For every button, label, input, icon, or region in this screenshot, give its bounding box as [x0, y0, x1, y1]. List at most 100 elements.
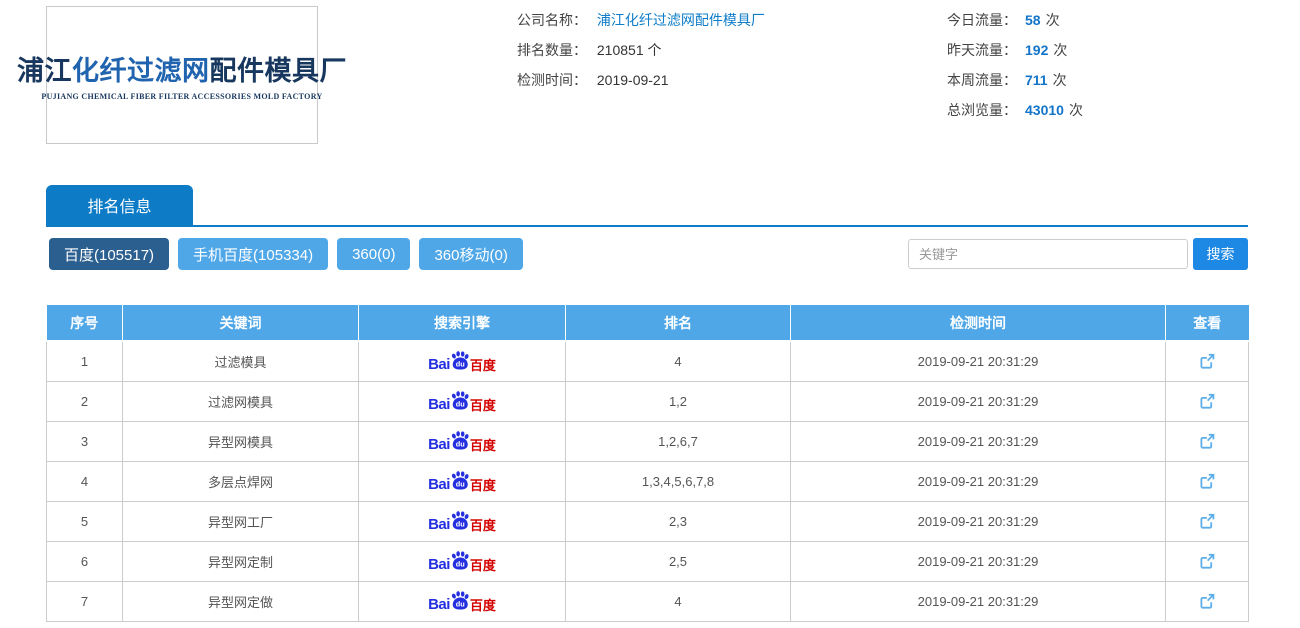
cell-index: 5 — [47, 501, 123, 541]
table-row: 1 过滤模具 Baidu百度 4 2019-09-21 20:31:29 — [47, 341, 1249, 381]
company-info-panel: 公司名称： 浦江化纤过滤网配件模具厂 排名数量： 210851 个 检测时间： … — [517, 5, 765, 95]
cell-engine: Baidu百度 — [359, 501, 566, 541]
baidu-logo-bai-text: Bai — [428, 357, 450, 372]
cell-keyword: 过滤模具 — [123, 341, 359, 381]
baidu-logo-du-text: du — [456, 600, 465, 609]
baidu-paw-icon: du — [449, 390, 471, 412]
company-logo: 浦江化纤过滤网配件模具厂 PUJIANG CHEMICAL FIBER FILT… — [46, 6, 318, 144]
cell-rank: 2,3 — [566, 501, 791, 541]
table-row: 4 多层点焊网 Baidu百度 1,3,4,5,6,7,8 2019-09-21… — [47, 461, 1249, 501]
table-header-row: 序号 关键词 搜索引擎 排名 检测时间 查看 — [47, 305, 1249, 341]
cell-time: 2019-09-21 20:31:29 — [791, 381, 1166, 421]
cell-rank: 1,3,4,5,6,7,8 — [566, 461, 791, 501]
cell-time: 2019-09-21 20:31:29 — [791, 341, 1166, 381]
cell-rank: 2,5 — [566, 541, 791, 581]
baidu-logo: Baidu百度 — [428, 590, 496, 612]
view-external-link-icon[interactable] — [1198, 392, 1216, 410]
column-header-view: 查看 — [1166, 305, 1249, 341]
cell-view — [1166, 581, 1249, 621]
baidu-logo: Baidu百度 — [428, 470, 496, 492]
baidu-paw-icon: du — [449, 510, 471, 532]
rank-count-row: 排名数量： 210851 个 — [517, 35, 765, 65]
view-external-link-icon[interactable] — [1198, 512, 1216, 530]
cell-rank: 4 — [566, 341, 791, 381]
cell-index: 4 — [47, 461, 123, 501]
logo-name-suffix: 配件模具厂 — [210, 56, 348, 86]
column-header-keyword: 关键词 — [123, 305, 359, 341]
search-button[interactable]: 搜索 — [1193, 238, 1248, 270]
engine-filter-mobile-baidu-button[interactable]: 手机百度(105334) — [178, 238, 328, 270]
baidu-logo: Baidu百度 — [428, 350, 496, 372]
baidu-logo-bai-text: Bai — [428, 437, 450, 452]
baidu-logo-cn-text: 百度 — [470, 519, 496, 532]
engine-filter-360-mobile-button[interactable]: 360移动(0) — [419, 238, 522, 270]
engine-filter-360-button[interactable]: 360(0) — [337, 238, 410, 270]
stat-week-value: 711 — [1025, 72, 1048, 88]
engine-filter-baidu-button[interactable]: 百度(105517) — [49, 238, 169, 270]
baidu-paw-icon: du — [449, 470, 471, 492]
stat-today-value: 58 — [1025, 12, 1041, 28]
company-name-label: 公司名称： — [517, 12, 587, 28]
stat-total-unit: 次 — [1069, 102, 1083, 118]
view-external-link-icon[interactable] — [1198, 432, 1216, 450]
company-logo-subtitle: PUJIANG CHEMICAL FIBER FILTER ACCESSORIE… — [41, 92, 322, 101]
cell-engine: Baidu 百度 — [359, 421, 566, 461]
cell-rank: 1,2 — [566, 381, 791, 421]
column-header-engine: 搜索引擎 — [359, 305, 566, 341]
company-name-row: 公司名称： 浦江化纤过滤网配件模具厂 — [517, 5, 765, 35]
tab-ranking-info[interactable]: 排名信息 — [46, 185, 193, 225]
baidu-logo: Baidu百度 — [428, 510, 496, 532]
rank-count-value: 210851 个 — [597, 42, 662, 58]
cell-index: 1 — [47, 341, 123, 381]
cell-view — [1166, 461, 1249, 501]
cell-keyword: 异型网模具 — [123, 421, 359, 461]
baidu-paw-icon: du — [449, 590, 471, 612]
cell-view — [1166, 381, 1249, 421]
baidu-logo-du-text: du — [456, 360, 465, 369]
stat-today-unit: 次 — [1046, 12, 1060, 28]
company-name-link[interactable]: 浦江化纤过滤网配件模具厂 — [597, 12, 765, 28]
stat-total-value: 43010 — [1025, 102, 1064, 118]
view-external-link-icon[interactable] — [1198, 552, 1216, 570]
baidu-paw-icon: du — [449, 430, 471, 452]
stat-week-unit: 次 — [1053, 72, 1067, 88]
cell-index: 2 — [47, 381, 123, 421]
stat-total-label: 总浏览量： — [947, 102, 1017, 118]
logo-name-highlight: 化纤过滤网 — [72, 56, 210, 86]
cell-keyword: 异型网定制 — [123, 541, 359, 581]
baidu-logo: Baidu百度 — [428, 550, 496, 572]
stat-yesterday-row: 昨天流量：192次 — [947, 35, 1083, 65]
view-external-link-icon[interactable] — [1198, 352, 1216, 370]
cell-keyword: 异型网工厂 — [123, 501, 359, 541]
cell-view — [1166, 341, 1249, 381]
baidu-logo-bai-text: Bai — [428, 397, 450, 412]
stat-total-row: 总浏览量： 43010 次 — [947, 95, 1083, 125]
baidu-logo-du-text: du — [456, 440, 465, 449]
view-external-link-icon[interactable] — [1198, 472, 1216, 490]
cell-engine: Baidu百度 — [359, 581, 566, 621]
baidu-logo-du-text: du — [456, 480, 465, 489]
page: 浦江化纤过滤网配件模具厂 PUJIANG CHEMICAL FIBER FILT… — [0, 0, 1300, 628]
keyword-search-input[interactable] — [908, 239, 1188, 269]
check-time-row: 检测时间： 2019-09-21 — [517, 65, 765, 95]
cell-index: 6 — [47, 541, 123, 581]
stat-today-row: 今日流量： 58 次 — [947, 5, 1083, 35]
baidu-logo-bai-text: Bai — [428, 477, 450, 492]
baidu-paw-icon: du — [449, 550, 471, 572]
cell-engine: Baidu百度 — [359, 541, 566, 581]
cell-time: 2019-09-21 20:31:29 — [791, 581, 1166, 621]
view-external-link-icon[interactable] — [1198, 592, 1216, 610]
stat-week-label: 本周流量： — [947, 72, 1017, 88]
cell-engine: Baidu百度 — [359, 461, 566, 501]
ranking-table: 序号 关键词 搜索引擎 排名 检测时间 查看 1 过滤模具 Baidu百度 4 … — [46, 305, 1249, 622]
baidu-logo-cn-text: 百度 — [470, 439, 496, 452]
baidu-logo-du-text: du — [456, 560, 465, 569]
baidu-logo-bai-text: Bai — [428, 517, 450, 532]
baidu-paw-icon: du — [449, 350, 471, 372]
table-row: 2 过滤网模具 Baidu百度 1,2 2019-09-21 20:31:29 — [47, 381, 1249, 421]
cell-engine: Baidu百度 — [359, 381, 566, 421]
table-row: 3 异型网模具 Baidu百度 1,2,6,7 2019-09-21 20:31… — [47, 421, 1249, 461]
table-row: 6 异型网定制 Baidu百度 2,5 2019-09-21 20:31:29 — [47, 541, 1249, 581]
baidu-logo-bai-text: Bai — [428, 597, 450, 612]
stat-today-label: 今日流量： — [947, 12, 1017, 28]
